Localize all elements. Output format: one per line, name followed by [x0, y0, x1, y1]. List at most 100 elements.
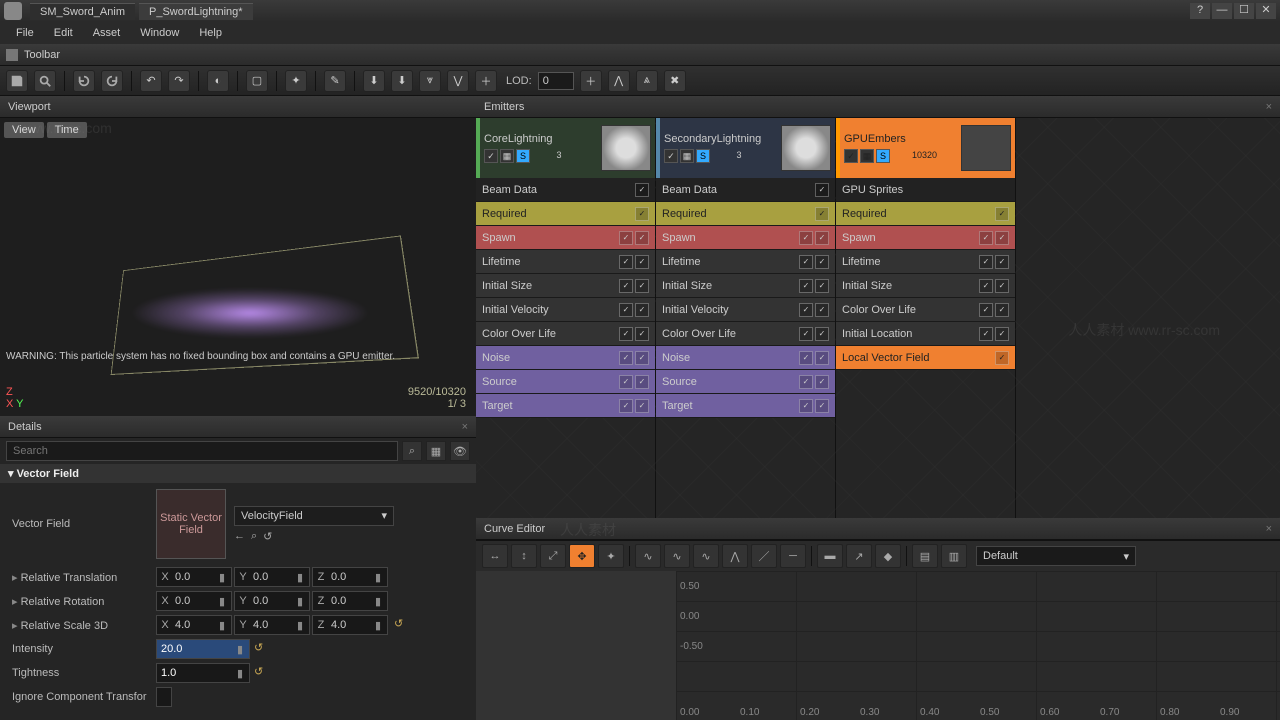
- rel-rot-z[interactable]: Z▮: [312, 591, 388, 611]
- module-row[interactable]: Source✓✓: [476, 370, 655, 394]
- pan-icon[interactable]: ✥: [569, 544, 595, 568]
- module-row[interactable]: Color Over Life✓✓: [656, 322, 835, 346]
- rel-trans-y[interactable]: Y▮: [234, 567, 310, 587]
- emitters-area[interactable]: CoreLightning✓▦S3Beam Data✓Required✓Spaw…: [476, 118, 1280, 518]
- restart-sim-button[interactable]: ↶: [140, 70, 162, 92]
- module-row[interactable]: Color Over Life✓✓: [836, 298, 1015, 322]
- rel-rot-x[interactable]: X▮: [156, 591, 232, 611]
- lower-lod-button[interactable]: ⋁: [447, 70, 469, 92]
- zoom-icon[interactable]: ✦: [598, 544, 624, 568]
- module-row[interactable]: Initial Size✓✓: [836, 274, 1015, 298]
- delete-tab-icon[interactable]: ▥: [941, 544, 967, 568]
- module-row[interactable]: Noise✓✓: [656, 346, 835, 370]
- tightness-input[interactable]: ▮: [156, 663, 250, 683]
- module-row[interactable]: Required✓: [656, 202, 835, 226]
- rel-trans-z[interactable]: Z▮: [312, 567, 388, 587]
- module-row[interactable]: Local Vector Field✓: [836, 346, 1015, 370]
- module-row[interactable]: Spawn✓✓: [836, 226, 1015, 250]
- background-color-button[interactable]: ✎: [324, 70, 346, 92]
- rel-rot-y[interactable]: Y▮: [234, 591, 310, 611]
- constant-tangent-icon[interactable]: ─: [780, 544, 806, 568]
- module-row[interactable]: Target✓✓: [476, 394, 655, 418]
- rel-scale-z[interactable]: Z▮: [312, 615, 388, 635]
- menu-asset[interactable]: Asset: [83, 25, 131, 41]
- lod-value-input[interactable]: [538, 72, 574, 90]
- break-tangent-icon[interactable]: ⋀: [722, 544, 748, 568]
- reset-intensity-icon[interactable]: ↺: [254, 641, 270, 657]
- reset-tightness-icon[interactable]: ↺: [254, 665, 270, 681]
- emitter-header[interactable]: GPUEmbers✓▦S10320: [836, 118, 1015, 178]
- rel-trans-x[interactable]: X▮: [156, 567, 232, 587]
- thumbnail-button[interactable]: ◐: [207, 70, 229, 92]
- viewport[interactable]: View Time WARNING: This particle system …: [0, 118, 476, 416]
- help-icon[interactable]: ?: [1190, 3, 1210, 19]
- module-row[interactable]: Initial Size✓✓: [476, 274, 655, 298]
- module-row[interactable]: Beam Data✓: [476, 178, 655, 202]
- ignore-transform-checkbox[interactable]: [156, 687, 172, 707]
- module-row[interactable]: Color Over Life✓✓: [476, 322, 655, 346]
- rel-trans-label[interactable]: Relative Translation: [6, 571, 156, 584]
- module-row[interactable]: Source✓✓: [656, 370, 835, 394]
- restart-level-button[interactable]: ↷: [168, 70, 190, 92]
- module-row[interactable]: Target✓✓: [656, 394, 835, 418]
- rel-scale-x[interactable]: X▮: [156, 615, 232, 635]
- minimize-button[interactable]: —: [1212, 3, 1232, 19]
- emitter-header[interactable]: CoreLightning✓▦S3: [476, 118, 655, 178]
- close-icon[interactable]: ×: [462, 421, 468, 433]
- add-lod-after-button[interactable]: ＋: [580, 70, 602, 92]
- maximize-button[interactable]: ☐: [1234, 3, 1254, 19]
- undo-button[interactable]: [73, 70, 95, 92]
- module-row[interactable]: Spawn✓✓: [656, 226, 835, 250]
- menu-window[interactable]: Window: [130, 25, 189, 41]
- create-tab-icon[interactable]: ▤: [912, 544, 938, 568]
- browse-button[interactable]: [34, 70, 56, 92]
- rel-rot-label[interactable]: Relative Rotation: [6, 595, 156, 608]
- fit-all-icon[interactable]: ⤢: [540, 544, 566, 568]
- module-row[interactable]: GPU Sprites: [836, 178, 1015, 202]
- viewport-tab[interactable]: Viewport: [0, 96, 476, 118]
- emitter-header[interactable]: SecondaryLightning✓▦S3: [656, 118, 835, 178]
- module-row[interactable]: Lifetime✓✓: [656, 250, 835, 274]
- menu-file[interactable]: File: [6, 25, 44, 41]
- reset-scale-icon[interactable]: ↺: [394, 617, 410, 633]
- file-tab-0[interactable]: SM_Sword_Anim: [30, 3, 135, 20]
- vf-asset-dropdown[interactable]: VelocityField▾: [234, 506, 394, 526]
- details-tab[interactable]: Details ×: [0, 416, 476, 438]
- module-row[interactable]: Initial Velocity✓✓: [476, 298, 655, 322]
- module-row[interactable]: Beam Data✓: [656, 178, 835, 202]
- vf-asset-slot[interactable]: Static Vector Field: [156, 489, 226, 559]
- category-vector-field[interactable]: Vector Field: [0, 464, 476, 483]
- module-row[interactable]: Spawn✓✓: [476, 226, 655, 250]
- bounds-button[interactable]: ▢: [246, 70, 268, 92]
- module-row[interactable]: Lifetime✓✓: [836, 250, 1015, 274]
- origin-axis-button[interactable]: ✦: [285, 70, 307, 92]
- curve-track-list[interactable]: [476, 571, 676, 720]
- emitters-tab[interactable]: Emitters ×: [476, 96, 1280, 118]
- module-row[interactable]: Initial Size✓✓: [656, 274, 835, 298]
- save-button[interactable]: [6, 70, 28, 92]
- file-tab-1[interactable]: P_SwordLightning*: [139, 3, 253, 20]
- reset-icon[interactable]: ↺: [263, 530, 272, 543]
- regen-lod-dup-button[interactable]: ⬇: [391, 70, 413, 92]
- delete-lod-button[interactable]: ✖: [664, 70, 686, 92]
- back-arrow-icon[interactable]: ←: [234, 530, 245, 543]
- add-lod-button[interactable]: ＋: [475, 70, 497, 92]
- grid-view-icon[interactable]: ▦: [426, 441, 446, 461]
- close-icon[interactable]: ×: [1266, 101, 1272, 113]
- rel-scale-label[interactable]: Relative Scale 3D: [6, 619, 156, 632]
- regen-lod-button[interactable]: ⬇: [363, 70, 385, 92]
- curve-plot[interactable]: 0.500.00-0.500.000.100.200.300.400.500.6…: [676, 571, 1280, 720]
- find-icon[interactable]: ⌕: [251, 530, 257, 543]
- search-input[interactable]: [6, 441, 398, 461]
- flatten-icon[interactable]: ▬: [817, 544, 843, 568]
- search-icon[interactable]: ⌕: [402, 441, 422, 461]
- show-all-icon[interactable]: ◆: [875, 544, 901, 568]
- auto-clamped-icon[interactable]: ∿: [664, 544, 690, 568]
- redo-button[interactable]: [101, 70, 123, 92]
- close-icon[interactable]: ×: [1266, 523, 1272, 535]
- module-row[interactable]: Noise✓✓: [476, 346, 655, 370]
- view-button[interactable]: View: [4, 122, 44, 138]
- rel-scale-y[interactable]: Y▮: [234, 615, 310, 635]
- linear-tangent-icon[interactable]: ／: [751, 544, 777, 568]
- fit-horizontal-icon[interactable]: ↔: [482, 544, 508, 568]
